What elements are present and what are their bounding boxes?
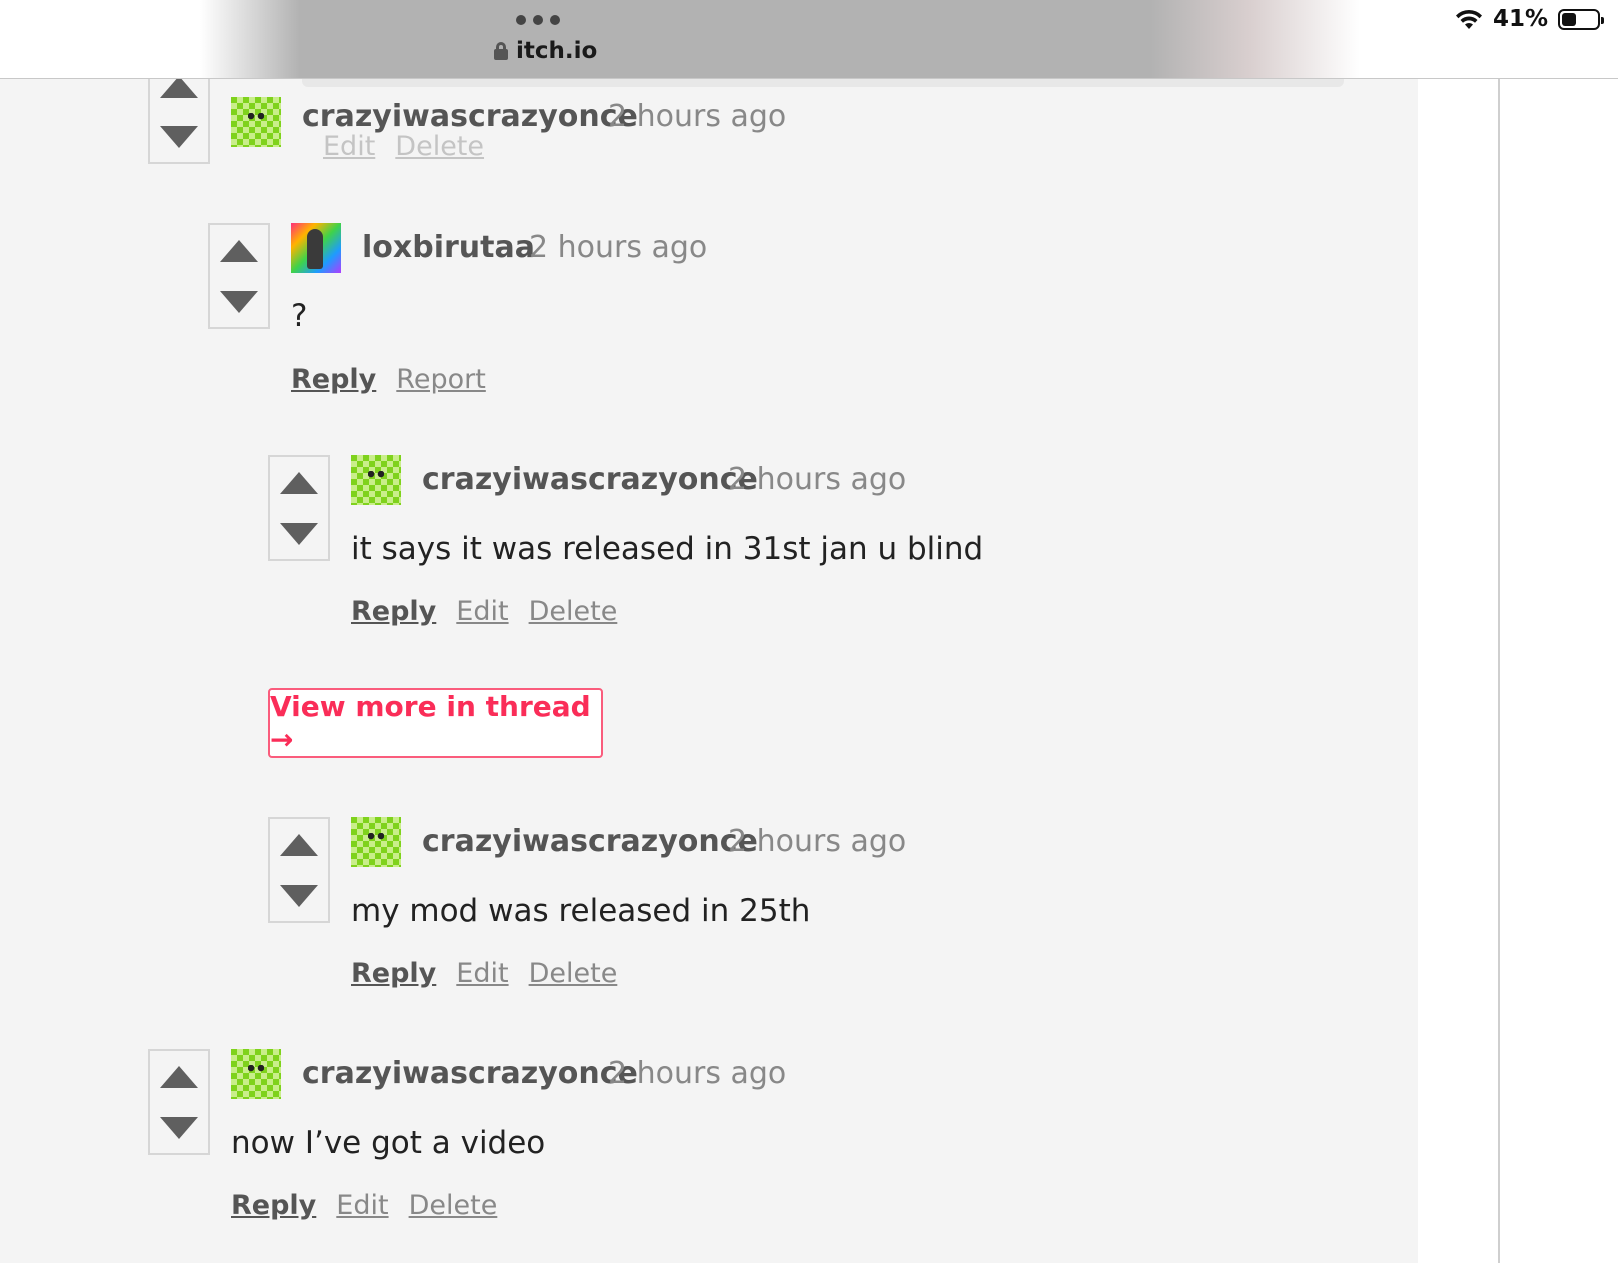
vote-box <box>268 455 330 561</box>
comment-author[interactable]: crazyiwascrazyonce <box>422 824 758 859</box>
comment-author[interactable]: crazyiwascrazyonce <box>302 1056 638 1091</box>
comment-actions: Reply Edit Delete <box>231 1190 497 1221</box>
avatar[interactable] <box>351 817 401 867</box>
avatar[interactable] <box>231 97 281 147</box>
downvote-icon[interactable] <box>280 523 318 545</box>
comment-time[interactable]: 2 hours ago <box>728 462 906 497</box>
reply-link[interactable]: Reply <box>351 596 436 627</box>
avatar[interactable] <box>351 455 401 505</box>
upvote-icon[interactable] <box>160 1066 198 1088</box>
battery-percent: 41% <box>1492 6 1548 32</box>
avatar[interactable] <box>231 1049 281 1099</box>
comment-author[interactable]: crazyiwascrazyonce <box>422 462 758 497</box>
comment-actions: Reply Edit Delete <box>351 958 617 989</box>
ellipsis-icon[interactable] <box>516 15 560 25</box>
comment-body: my mod was released in 25th <box>351 893 811 929</box>
delete-link[interactable]: Delete <box>409 1190 498 1221</box>
reply-link[interactable]: Reply <box>291 364 376 395</box>
report-link[interactable]: Report <box>396 364 486 395</box>
right-sidebar <box>1418 79 1618 1263</box>
wifi-icon <box>1455 9 1482 29</box>
delete-link[interactable]: Delete <box>529 958 618 989</box>
preceding-comment-edge <box>302 79 1344 87</box>
downvote-icon[interactable] <box>280 885 318 907</box>
edit-link[interactable]: Edit <box>456 596 508 627</box>
comment-body: now I’ve got a video <box>231 1125 546 1161</box>
comment-time[interactable]: 2 hours ago <box>608 1056 786 1091</box>
comment-time[interactable]: 2 hours ago <box>728 824 906 859</box>
upvote-icon[interactable] <box>280 834 318 856</box>
vote-box <box>148 1049 210 1155</box>
faded-delete-link: Delete <box>395 131 485 162</box>
edit-link[interactable]: Edit <box>456 958 508 989</box>
comment-actions: Reply Report <box>291 364 486 395</box>
delete-link[interactable]: Delete <box>529 596 618 627</box>
faded-actions: Edit Delete <box>323 131 484 162</box>
edit-link[interactable]: Edit <box>336 1190 388 1221</box>
comment-time[interactable]: 2 hours ago <box>608 99 786 134</box>
upvote-icon[interactable] <box>160 76 198 98</box>
lock-icon <box>494 42 508 60</box>
status-bar: 41% <box>1455 6 1604 32</box>
comment-body: ? <box>291 298 308 334</box>
url-text: itch.io <box>516 38 598 64</box>
reply-link[interactable]: Reply <box>231 1190 316 1221</box>
downvote-icon[interactable] <box>160 1117 198 1139</box>
upvote-icon[interactable] <box>220 240 258 262</box>
comment-body: it says it was released in 31st jan u bl… <box>351 531 984 567</box>
vote-box <box>268 817 330 923</box>
browser-top-bar: itch.io 41% <box>0 0 1618 79</box>
vote-box <box>208 223 270 329</box>
comment-author[interactable]: crazyiwascrazyonce <box>302 99 638 134</box>
faded-edit-link: Edit <box>323 131 376 162</box>
view-more-in-thread-button[interactable]: View more in thread → <box>268 688 603 758</box>
address-bar[interactable]: itch.io <box>494 38 597 64</box>
downvote-icon[interactable] <box>220 291 258 313</box>
reply-link[interactable]: Reply <box>351 958 436 989</box>
battery-icon <box>1558 8 1604 30</box>
upvote-icon[interactable] <box>280 472 318 494</box>
comment-actions: Reply Edit Delete <box>351 596 617 627</box>
avatar[interactable] <box>291 223 341 273</box>
comment-author[interactable]: loxbirutaa <box>362 230 535 265</box>
downvote-icon[interactable] <box>160 126 198 148</box>
comment-time[interactable]: 2 hours ago <box>529 230 707 265</box>
